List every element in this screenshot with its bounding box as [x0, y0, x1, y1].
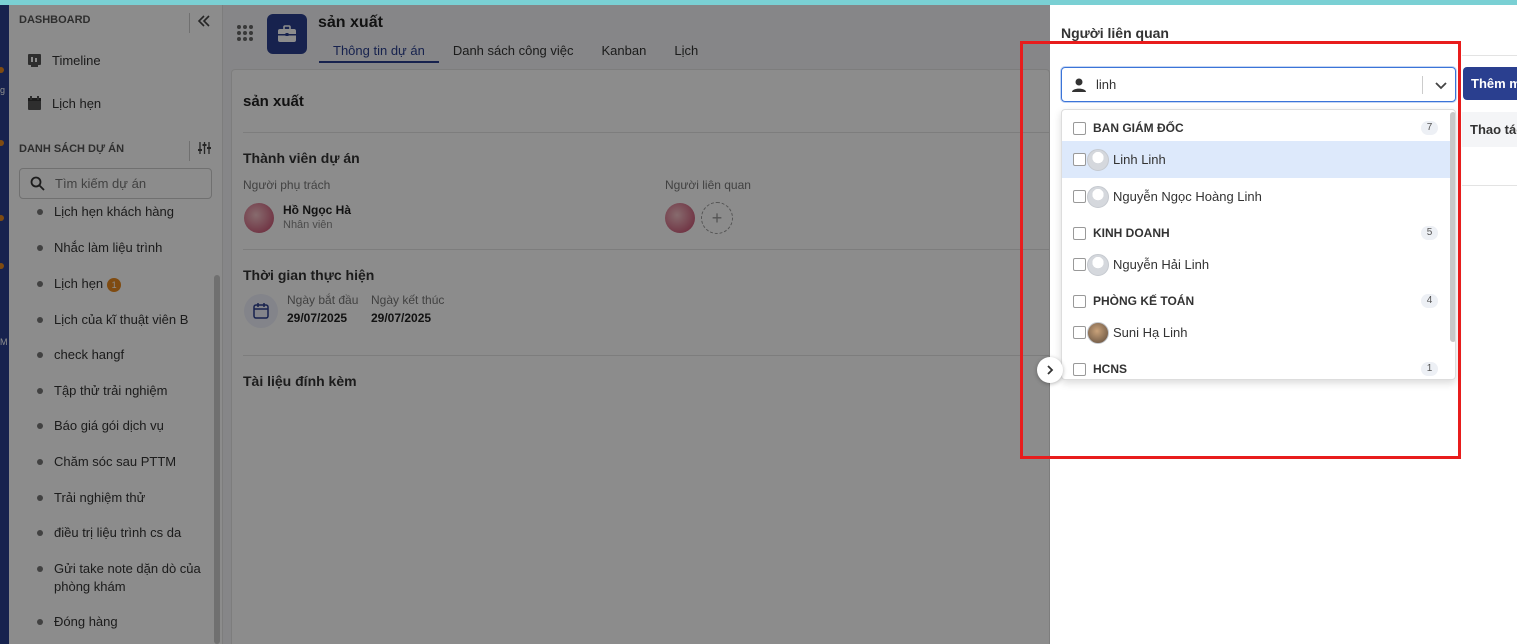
member-name: Linh Linh [1113, 152, 1166, 167]
member-option[interactable]: Nguyễn Hải Linh [1062, 246, 1450, 283]
member-search-input[interactable] [1096, 77, 1406, 92]
member-dropdown: BAN GIÁM ĐỐC 7 Linh Linh Nguyễn Ngọc Hoà… [1061, 109, 1456, 380]
group-name: BAN GIÁM ĐỐC [1093, 121, 1184, 135]
group-count-badge: 7 [1421, 121, 1438, 135]
chevron-down-icon[interactable] [1434, 78, 1448, 92]
divider [1422, 76, 1423, 94]
member-name: Nguyễn Hải Linh [1113, 257, 1210, 272]
avatar [1087, 185, 1109, 208]
divider [1462, 185, 1517, 186]
modal-overlay[interactable] [0, 5, 1050, 644]
avatar [1087, 148, 1109, 171]
avatar [1087, 321, 1109, 344]
group-row[interactable]: KINH DOANH 5 [1062, 224, 1450, 242]
divider [1462, 55, 1517, 56]
group-checkbox[interactable] [1073, 362, 1086, 376]
member-option[interactable]: Suni Hạ Linh [1062, 314, 1450, 351]
actions-column-header: Thao tác [1462, 112, 1517, 147]
group-count-badge: 5 [1421, 226, 1438, 240]
member-checkbox[interactable] [1073, 326, 1086, 339]
dropdown-scrollbar[interactable] [1450, 112, 1455, 342]
group-row[interactable]: BAN GIÁM ĐỐC 7 [1062, 119, 1450, 137]
expand-drawer-button[interactable] [1037, 357, 1063, 383]
member-checkbox[interactable] [1073, 258, 1086, 271]
group-name: KINH DOANH [1093, 226, 1170, 240]
member-checkbox[interactable] [1073, 153, 1086, 166]
person-icon [1072, 78, 1086, 92]
related-people-drawer: Người liên quan Thêm m Thao tác BAN GIÁM… [1037, 5, 1517, 644]
group-row[interactable]: PHÒNG KẾ TOÁN 4 [1062, 292, 1450, 310]
group-count-badge: 4 [1421, 294, 1438, 308]
member-checkbox[interactable] [1073, 190, 1086, 203]
group-checkbox[interactable] [1073, 121, 1086, 135]
member-option[interactable]: Linh Linh [1062, 141, 1450, 178]
group-checkbox[interactable] [1073, 226, 1086, 240]
member-name: Suni Hạ Linh [1113, 325, 1188, 340]
add-member-button[interactable]: Thêm m [1463, 67, 1517, 100]
group-row[interactable]: HCNS 1 [1062, 360, 1450, 378]
group-name: PHÒNG KẾ TOÁN [1093, 294, 1195, 308]
member-option[interactable]: Nguyễn Ngọc Hoàng Linh [1062, 178, 1450, 215]
group-name: HCNS [1093, 362, 1128, 376]
group-count-badge: 1 [1421, 362, 1438, 376]
chevron-right-icon [1047, 365, 1054, 375]
member-name: Nguyễn Ngọc Hoàng Linh [1113, 189, 1262, 204]
member-select[interactable] [1061, 67, 1456, 102]
group-checkbox[interactable] [1073, 294, 1086, 308]
drawer-title: Người liên quan [1061, 25, 1169, 41]
avatar [1087, 253, 1109, 276]
